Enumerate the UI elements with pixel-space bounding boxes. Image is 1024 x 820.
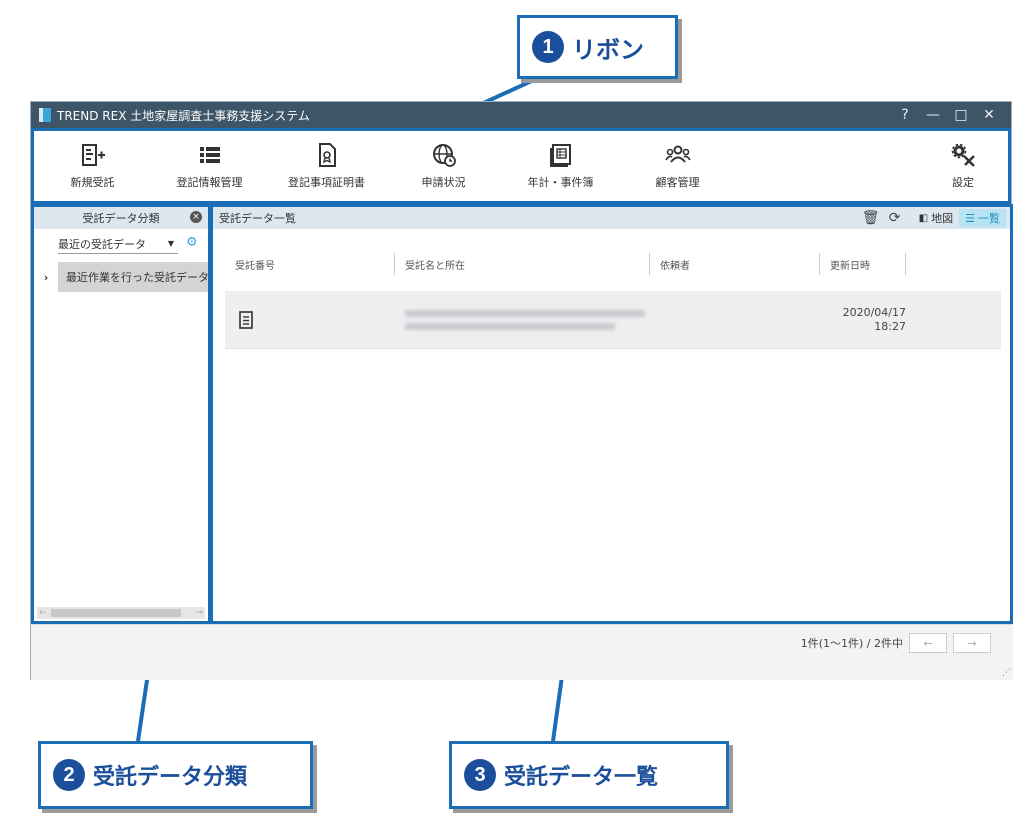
ribbon-new-intake-button[interactable]: 新規受託 bbox=[34, 131, 151, 201]
callout-number: 1 bbox=[532, 31, 564, 63]
classification-header: 受託データ分類 × bbox=[34, 207, 208, 229]
scroll-left-icon[interactable]: ← bbox=[39, 608, 47, 618]
tree-item-label: 最近作業を行った受託データ bbox=[58, 262, 208, 292]
map-label: 地図 bbox=[931, 212, 954, 225]
list-view-icon: ☰ bbox=[965, 211, 975, 225]
ribbon-label: 登記事項証明書 bbox=[288, 176, 365, 189]
pane-close-icon[interactable]: × bbox=[190, 211, 202, 223]
row-client-cell bbox=[650, 291, 820, 348]
callout-number: 2 bbox=[53, 759, 85, 791]
content-area: 受託データ分類 × 最近の受託データ ▼ ⚙ › 最近作業を行った受託データ ←… bbox=[31, 204, 1013, 624]
title-bar: TREND REX 土地家屋調査士事務支援システム ? — □ ✕ bbox=[31, 102, 1011, 128]
classification-pane: 受託データ分類 × 最近の受託データ ▼ ⚙ › 最近作業を行った受託データ ←… bbox=[31, 204, 211, 624]
table-header: 受託番号 受託名と所在 依頼者 更新日時 bbox=[225, 253, 1001, 279]
map-view-button[interactable]: ◧ 地図 bbox=[919, 210, 953, 226]
list-icon bbox=[199, 147, 220, 163]
row-number-cell bbox=[225, 291, 395, 348]
scroll-right-icon[interactable]: → bbox=[195, 608, 203, 618]
refresh-icon[interactable]: ⟳ bbox=[883, 210, 907, 226]
ribbon: 新規受託 登記情報管理 登記事項証明書 申請状況 年計・事件簿 顧客管理 設定 bbox=[31, 128, 1011, 204]
ribbon-ledger-button[interactable]: 年計・事件簿 bbox=[502, 131, 619, 201]
ribbon-label: 設定 bbox=[952, 176, 974, 189]
callout-label: 受託データ分類 bbox=[93, 765, 248, 790]
intake-list-title: 受託データ一覧 bbox=[219, 212, 296, 225]
gear-tools-icon bbox=[951, 143, 975, 167]
blurred-text bbox=[405, 322, 615, 330]
intake-list-header: 受託データ一覧 🗑 ⟳ ◧ 地図 ☰ 一覧 bbox=[213, 207, 1010, 229]
help-button[interactable]: ? bbox=[891, 107, 919, 123]
ribbon-label: 申請状況 bbox=[421, 176, 466, 189]
close-button[interactable]: ✕ bbox=[975, 107, 1003, 123]
ribbon-certificate-button[interactable]: 登記事項証明書 bbox=[268, 131, 385, 201]
ribbon-label: 顧客管理 bbox=[655, 176, 700, 189]
maximize-button[interactable]: □ bbox=[947, 107, 975, 123]
tree-item[interactable]: › 最近作業を行った受託データ bbox=[34, 262, 208, 292]
ribbon-settings-button[interactable]: 設定 bbox=[918, 131, 1008, 201]
callout-label: リボン bbox=[572, 35, 644, 64]
table-row[interactable]: 2020/04/17 18:27 bbox=[225, 291, 1001, 349]
people-icon bbox=[664, 145, 691, 163]
resize-grip-icon[interactable]: ⋰ bbox=[1002, 668, 1011, 678]
chevron-right-icon[interactable]: › bbox=[34, 262, 58, 292]
ribbon-label: 新規受託 bbox=[70, 176, 115, 189]
scrollbar-thumb[interactable] bbox=[51, 609, 181, 617]
callout-number: 3 bbox=[464, 759, 496, 791]
callout-label: 受託データ一覧 bbox=[504, 765, 659, 790]
list-label: 一覧 bbox=[978, 212, 1000, 225]
certificate-icon bbox=[318, 143, 336, 167]
column-header-updated[interactable]: 更新日時 bbox=[820, 253, 906, 275]
ribbon-application-status-button[interactable]: 申請状況 bbox=[385, 131, 502, 201]
gear-icon[interactable]: ⚙ bbox=[186, 235, 198, 250]
column-header-client[interactable]: 依頼者 bbox=[650, 253, 820, 275]
updated-time: 18:27 bbox=[874, 319, 906, 333]
prev-page-button[interactable]: ← bbox=[909, 633, 947, 653]
ribbon-registry-info-button[interactable]: 登記情報管理 bbox=[151, 131, 268, 201]
ribbon-label: 年計・事件簿 bbox=[527, 176, 594, 189]
classification-title: 受託データ分類 bbox=[82, 212, 160, 225]
intake-list-pane: 受託データ一覧 🗑 ⟳ ◧ 地図 ☰ 一覧 受託番号 受託名と所在 依頼者 更新… bbox=[210, 204, 1013, 624]
window-title: TREND REX 土地家屋調査士事務支援システム bbox=[57, 108, 310, 123]
dropdown-value: 最近の受託データ bbox=[58, 237, 146, 251]
ledger-icon bbox=[549, 144, 571, 167]
intake-document-icon bbox=[239, 310, 253, 329]
horizontal-scrollbar[interactable]: ← → bbox=[37, 607, 205, 619]
callout-ribbon: 1 リボン bbox=[517, 15, 678, 79]
pager-text: 1件(1〜1件) / 2件中 bbox=[800, 637, 903, 650]
app-window: TREND REX 土地家屋調査士事務支援システム ? — □ ✕ 新規受託 登… bbox=[30, 101, 1013, 680]
row-updated-cell: 2020/04/17 18:27 bbox=[820, 291, 906, 348]
callout-intake-list: 3 受託データ一覧 bbox=[449, 741, 729, 809]
ribbon-customer-button[interactable]: 顧客管理 bbox=[619, 131, 736, 201]
classification-dropdown[interactable]: 最近の受託データ ▼ bbox=[58, 234, 178, 254]
row-name-cell bbox=[395, 291, 650, 348]
next-page-button[interactable]: → bbox=[953, 633, 991, 653]
globe-clock-icon bbox=[432, 144, 456, 167]
callout-classification: 2 受託データ分類 bbox=[38, 741, 313, 809]
chevron-down-icon: ▼ bbox=[167, 239, 174, 248]
ribbon-label: 登記情報管理 bbox=[176, 176, 243, 189]
column-header-number[interactable]: 受託番号 bbox=[225, 253, 395, 275]
minimize-button[interactable]: — bbox=[919, 107, 947, 123]
blurred-text bbox=[405, 309, 645, 317]
column-header-name[interactable]: 受託名と所在 bbox=[395, 253, 650, 275]
new-document-plus-icon bbox=[81, 144, 105, 166]
updated-date: 2020/04/17 bbox=[842, 305, 906, 319]
trash-icon[interactable]: 🗑 bbox=[859, 210, 883, 226]
status-bar: 1件(1〜1件) / 2件中 ← → ⋰ bbox=[31, 624, 1013, 680]
list-view-button[interactable]: ☰ 一覧 bbox=[959, 209, 1006, 227]
map-icon: ◧ bbox=[918, 212, 929, 224]
pager: 1件(1〜1件) / 2件中 ← → bbox=[801, 633, 991, 653]
app-logo-icon bbox=[39, 108, 51, 122]
